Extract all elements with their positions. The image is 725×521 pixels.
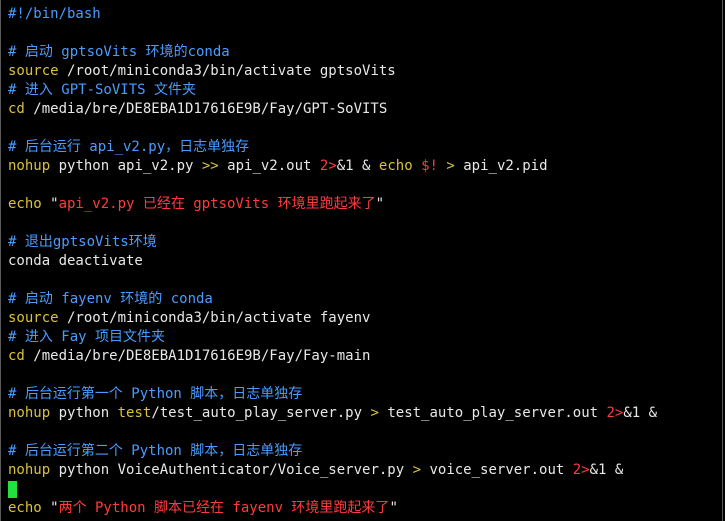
code-line: cd /media/bre/DE8EBA1D17616E9B/Fay/Fay-m… (8, 347, 722, 366)
code-token: echo (8, 196, 42, 212)
code-token: > (412, 462, 422, 478)
code-token: " (41, 196, 59, 212)
code-line: #!/bin/bash (8, 5, 722, 24)
code-token: /root/miniconda3/bin/activate gptsoVits (58, 63, 396, 79)
code-token: echo (378, 158, 413, 174)
code-token: " (41, 500, 59, 516)
code-token: test (117, 405, 152, 421)
code-token: 2> (319, 158, 337, 174)
code-line: # 后台运行 api_v2.py，日志单独存 (8, 138, 722, 157)
code-token: /media/bre/DE8EBA1D17616E9B/Fay/GPT-SoVI… (24, 101, 388, 117)
text-cursor (8, 481, 17, 498)
code-line: # 启动 fayenv 环境的 conda (8, 290, 722, 309)
code-token: python VoiceAuthenticator/Voice_server.p… (50, 462, 413, 478)
code-token: $! (421, 158, 438, 174)
code-token: nohup (8, 405, 51, 421)
code-token: /test_auto_play_server.py (151, 405, 371, 421)
code-line: # 后台运行第一个 Python 脚本，日志单独存 (8, 385, 722, 404)
code-token: api_v2.out (218, 158, 320, 174)
code-token: cd (8, 348, 25, 364)
code-token: #!/bin/bash (8, 6, 101, 22)
code-token: 2> (572, 462, 590, 478)
code-token: >> (201, 158, 219, 174)
code-token: conda deactivate (8, 253, 143, 269)
code-line: # 启动 gptsoVits 环境的conda (8, 43, 722, 62)
code-token: /root/miniconda3/bin/activate fayenv (58, 310, 371, 326)
code-token: api_v2.py 已经在 gptsoVits 环境里跑起来了 (58, 196, 376, 212)
code-token: /media/bre/DE8EBA1D17616E9B/Fay/Fay-main (24, 348, 371, 364)
code-token: # 后台运行第一个 Python 脚本，日志单独存 (8, 386, 303, 402)
code-line: nohup python api_v2.py >> api_v2.out 2>&… (8, 157, 722, 176)
code-token: echo (8, 500, 42, 516)
code-token: > (370, 405, 379, 421)
code-token: voice_server.out (421, 462, 573, 478)
code-token: source (8, 63, 59, 79)
code-token: " (375, 196, 385, 212)
code-token: &1 & (589, 462, 624, 478)
code-line (8, 480, 722, 499)
code-line: nohup python test/test_auto_play_server.… (8, 404, 722, 423)
code-token: source (8, 310, 59, 326)
code-line: echo "两个 Python 脚本已经在 fayenv 环境里跑起来了" (8, 499, 722, 518)
code-token: &1 & (336, 158, 379, 174)
code-line: nohup python VoiceAuthenticator/Voice_se… (8, 461, 722, 480)
code-line: source /root/miniconda3/bin/activate gpt… (8, 62, 722, 81)
code-line: # 后台运行第二个 Python 脚本，日志单独存 (8, 442, 722, 461)
code-token: python api_v2.py (50, 158, 202, 174)
code-line: cd /media/bre/DE8EBA1D17616E9B/Fay/GPT-S… (8, 100, 722, 119)
code-token: cd (8, 101, 25, 117)
code-line: # 退出gptsoVits环境 (8, 233, 722, 252)
code-token: 两个 Python 脚本已经在 fayenv 环境里跑起来了 (58, 500, 390, 516)
code-token: # 启动 gptsoVits 环境的conda (8, 44, 230, 60)
code-token: # 进入 GPT-SoVITS 文件夹 (8, 82, 197, 98)
code-token: # 进入 Fay 项目文件夹 (8, 329, 166, 345)
terminal-editor[interactable]: #!/bin/bash # 启动 gptsoVits 环境的conda source… (0, 0, 723, 521)
code-token: # 后台运行 api_v2.py，日志单独存 (8, 139, 250, 155)
code-token: api_v2.pid (454, 158, 548, 174)
code-line: conda deactivate (8, 252, 722, 271)
code-line: # 进入 GPT-SoVITS 文件夹 (8, 81, 722, 100)
code-token: " (389, 500, 398, 516)
code-token: nohup (8, 158, 51, 174)
code-token: # 退出gptsoVits环境 (8, 234, 157, 250)
code-token: # 启动 fayenv 环境的 conda (8, 291, 213, 307)
code-line: source /root/miniconda3/bin/activate fay… (8, 309, 722, 328)
code-line: echo "api_v2.py 已经在 gptsoVits 环境里跑起来了" (8, 195, 722, 214)
code-line: # 进入 Fay 项目文件夹 (8, 328, 722, 347)
code-token: &1 & (623, 405, 658, 421)
code-token: # 后台运行第二个 Python 脚本，日志单独存 (8, 443, 303, 459)
code-token: > (446, 158, 455, 174)
code-token: 2> (606, 405, 624, 421)
code-token: python (50, 405, 118, 421)
code-token: test_auto_play_server.out (378, 405, 607, 421)
code-token: nohup (8, 462, 51, 478)
